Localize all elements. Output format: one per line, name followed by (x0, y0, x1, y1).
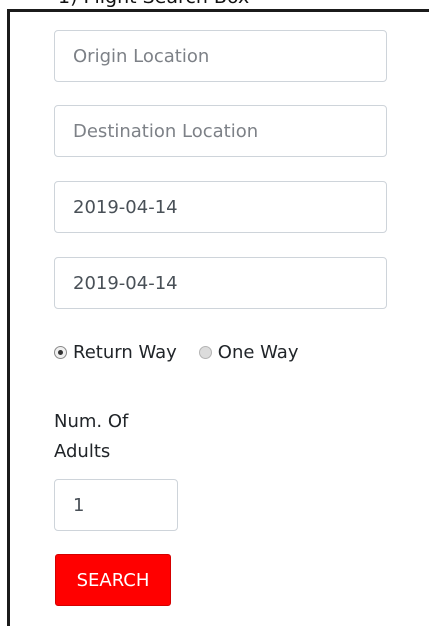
return-date-input[interactable] (54, 257, 387, 309)
one-way-label: One Way (217, 341, 299, 363)
return-way-radio[interactable] (54, 345, 67, 359)
section-caption: 1) Flight Search Box (58, 0, 249, 8)
num-of-adults-label: Num. Of Adults (54, 411, 129, 462)
return-way-label: Return Way (73, 341, 177, 363)
search-button[interactable]: SEARCH (55, 554, 171, 606)
destination-location-input[interactable] (54, 105, 387, 157)
flight-search-box (7, 9, 429, 626)
origin-location-input[interactable] (54, 30, 387, 82)
flight-search-page: 1) Flight Search Box Return Way One Way … (0, 0, 429, 626)
trip-type-radio-group: Return Way One Way (54, 339, 298, 365)
num-of-adults-input[interactable] (54, 479, 178, 531)
departure-date-input[interactable] (54, 181, 387, 233)
one-way-radio[interactable] (198, 345, 212, 359)
one-way-option[interactable]: One Way (198, 341, 299, 363)
return-way-option[interactable]: Return Way (54, 342, 177, 363)
